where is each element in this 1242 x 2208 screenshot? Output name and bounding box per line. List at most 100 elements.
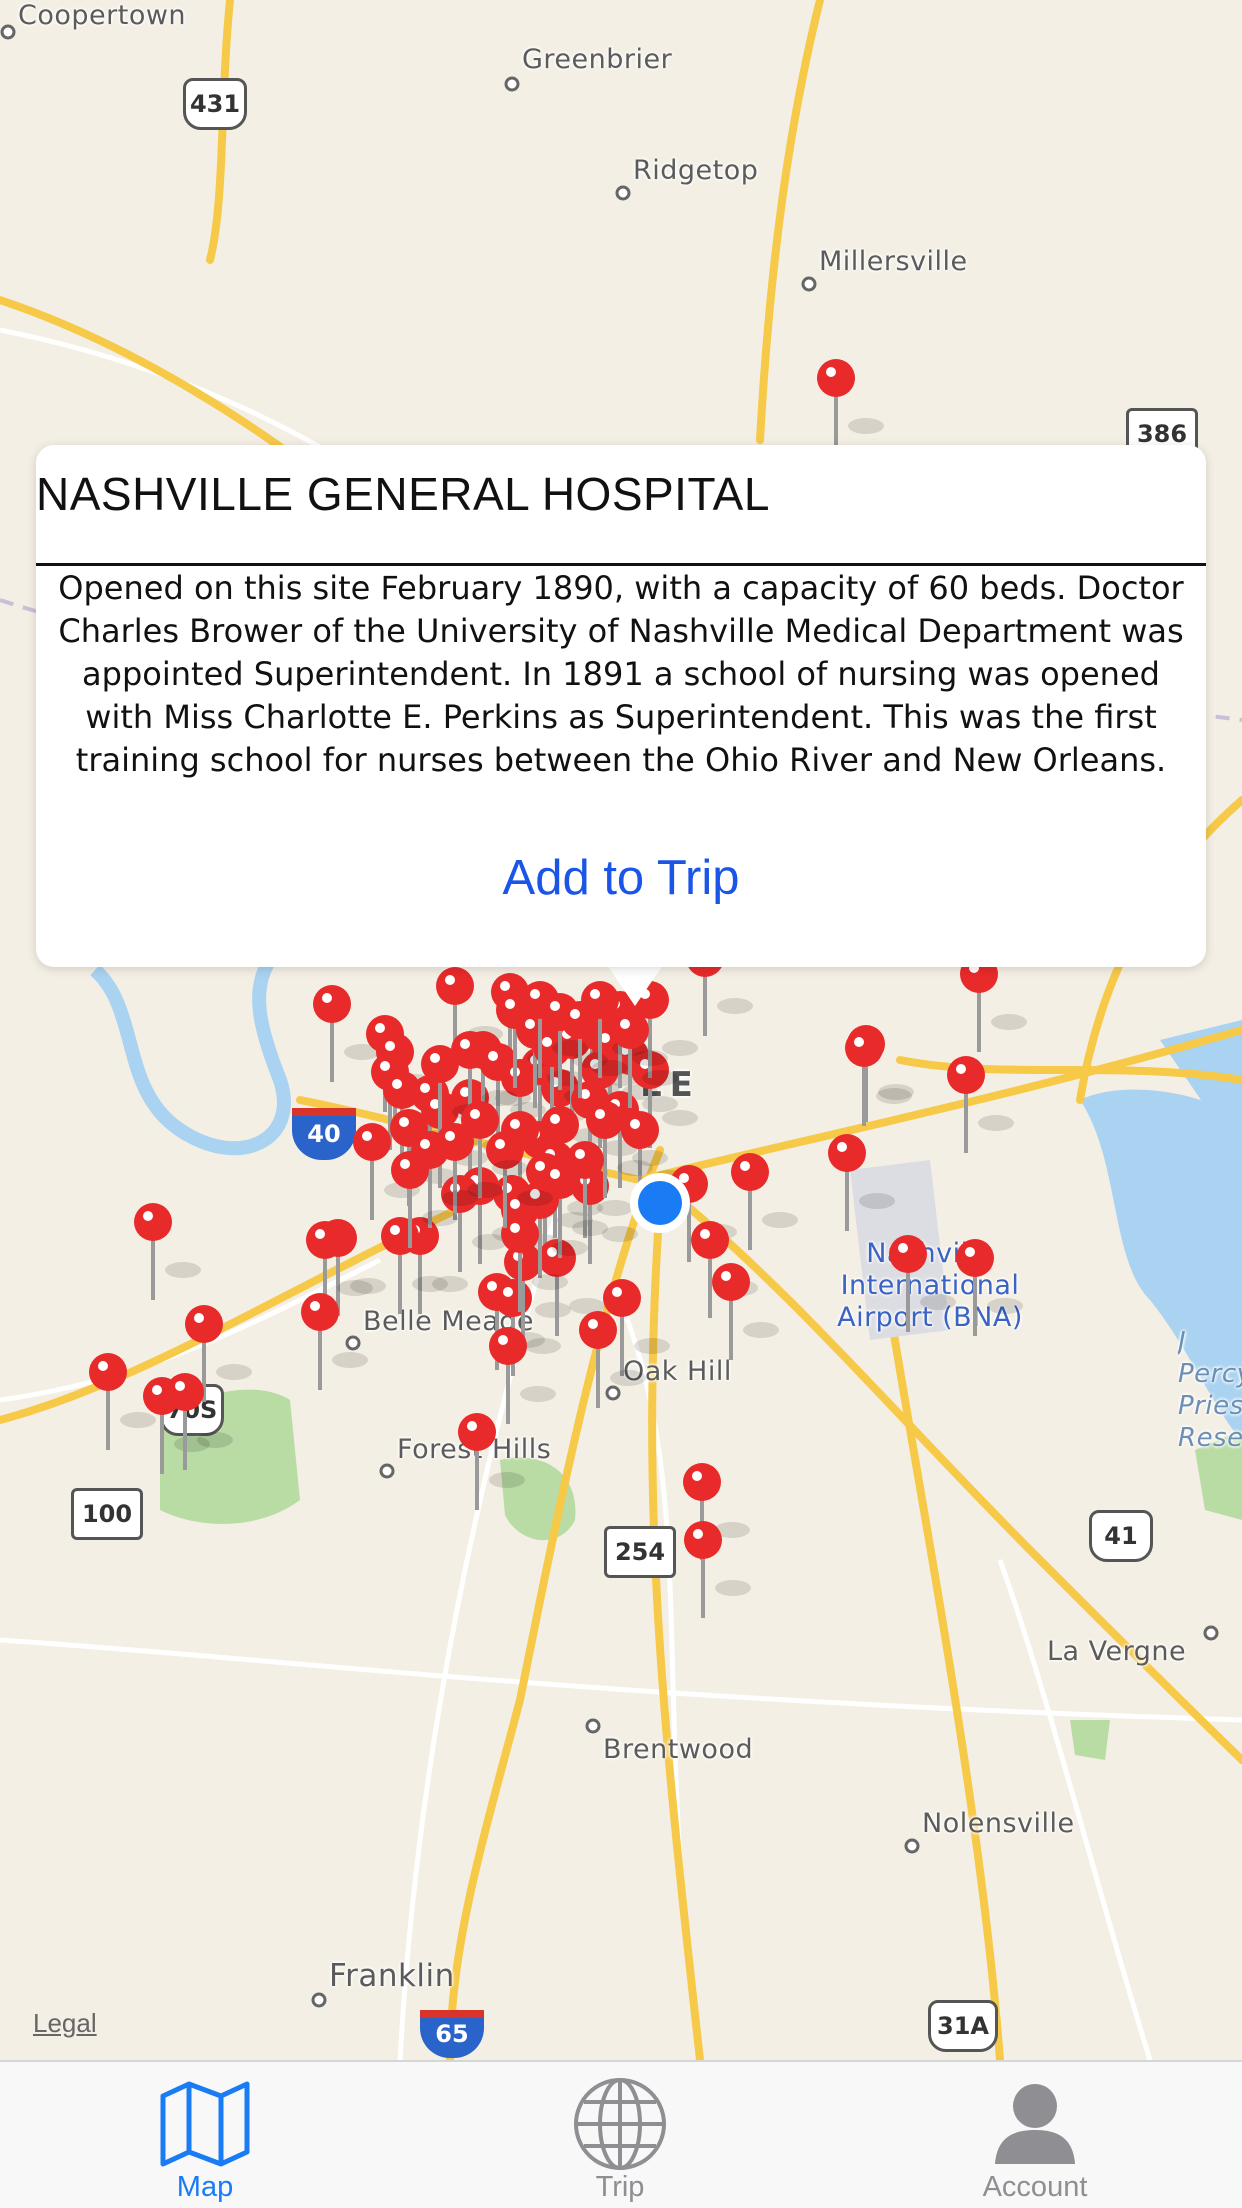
map-pin[interactable] bbox=[889, 1235, 956, 1332]
map-pin-head[interactable] bbox=[134, 1203, 172, 1241]
map-pin-highlight bbox=[362, 1131, 372, 1141]
map-pin-highlight bbox=[570, 1009, 580, 1019]
map-pin-head[interactable] bbox=[712, 1263, 750, 1301]
map-pin-highlight bbox=[550, 1114, 560, 1124]
map-pin-highlight bbox=[420, 1083, 430, 1093]
map-pin-head[interactable] bbox=[89, 1353, 127, 1391]
map-pin[interactable] bbox=[731, 1153, 798, 1250]
map-pin-head[interactable] bbox=[621, 1111, 659, 1149]
map-pin-shadow bbox=[572, 1220, 608, 1236]
map-pin-highlight bbox=[390, 1225, 400, 1235]
map-pin-highlight bbox=[826, 367, 836, 377]
map-pin-head[interactable] bbox=[828, 1134, 866, 1172]
map-pin-shadow bbox=[552, 1240, 588, 1256]
map-pin-highlight bbox=[310, 1301, 320, 1311]
map-pin[interactable] bbox=[817, 359, 884, 456]
map-pin-highlight bbox=[445, 1131, 455, 1141]
map-pin[interactable] bbox=[134, 1203, 201, 1300]
map-pin-highlight bbox=[525, 1019, 535, 1029]
callout-divider bbox=[36, 563, 1206, 566]
map-pin-shadow bbox=[165, 1262, 201, 1278]
map-pin[interactable] bbox=[947, 1056, 1014, 1153]
map-pin-highlight bbox=[495, 1139, 505, 1149]
map-pin[interactable] bbox=[956, 1239, 1023, 1336]
map-pin-highlight bbox=[380, 1061, 390, 1071]
map-pin-head[interactable] bbox=[611, 1011, 649, 1049]
map-pin-highlight bbox=[956, 1064, 966, 1074]
map-pin[interactable] bbox=[712, 1263, 779, 1360]
tab-map[interactable]: Map bbox=[55, 2062, 355, 2208]
map-pin-head[interactable] bbox=[391, 1151, 429, 1189]
map-pin-highlight bbox=[740, 1161, 750, 1171]
map-pin-highlight bbox=[595, 1109, 605, 1119]
map-pin-head[interactable] bbox=[947, 1056, 985, 1094]
map-pin-highlight bbox=[530, 989, 540, 999]
map-pin-head[interactable] bbox=[489, 1327, 527, 1365]
tab-bar: Map Trip Account bbox=[0, 2060, 1242, 2208]
map-pin-head[interactable] bbox=[458, 1413, 496, 1451]
map-pin-head[interactable] bbox=[817, 359, 855, 397]
map-pin-head[interactable] bbox=[306, 1221, 344, 1259]
map-pin[interactable] bbox=[845, 1029, 912, 1126]
map-pin-highlight bbox=[420, 1139, 430, 1149]
map-view[interactable]: Coopertown Greenbrier Ridgetop Millersvi… bbox=[0, 0, 1242, 2064]
map-pin[interactable] bbox=[166, 1373, 233, 1470]
map-pin-highlight bbox=[488, 1051, 498, 1061]
map-pin-shadow bbox=[337, 1280, 373, 1296]
map-pin-highlight bbox=[445, 975, 455, 985]
map-pin-highlight bbox=[542, 1037, 552, 1047]
map-pin-shadow bbox=[535, 1302, 571, 1318]
map-pin-head[interactable] bbox=[683, 1463, 721, 1501]
map-pin[interactable] bbox=[458, 1413, 525, 1510]
map-pin-head[interactable] bbox=[731, 1153, 769, 1191]
map-pin-head[interactable] bbox=[185, 1305, 223, 1343]
add-to-trip-button[interactable]: Add to Trip bbox=[36, 850, 1206, 906]
map-pin-head[interactable] bbox=[421, 1045, 459, 1083]
legal-link[interactable]: Legal bbox=[33, 2008, 97, 2039]
map-pin-head[interactable] bbox=[684, 1521, 722, 1559]
map-pin-head[interactable] bbox=[353, 1123, 391, 1161]
map-pin-highlight bbox=[721, 1271, 731, 1281]
map-pin-shadow bbox=[642, 1096, 678, 1112]
map-pin-head[interactable] bbox=[586, 1101, 624, 1139]
map-pin-head[interactable] bbox=[579, 1311, 617, 1349]
tab-label: Trip bbox=[595, 2171, 645, 2203]
map-pin-highlight bbox=[322, 993, 332, 1003]
map-pin[interactable] bbox=[301, 1293, 368, 1390]
map-pin-highlight bbox=[470, 1109, 480, 1119]
map-pin-highlight bbox=[700, 1229, 710, 1239]
map-pin[interactable] bbox=[960, 955, 1027, 1052]
map-pin-highlight bbox=[487, 1281, 497, 1291]
map-pin-shadow bbox=[422, 1210, 458, 1226]
map-pin-shadow bbox=[978, 1115, 1014, 1131]
map-pin[interactable] bbox=[828, 1134, 895, 1231]
map-pin-highlight bbox=[385, 1041, 395, 1051]
map-pin-head[interactable] bbox=[691, 1221, 729, 1259]
map-pin-highlight bbox=[965, 1247, 975, 1257]
map-pin-head[interactable] bbox=[166, 1373, 204, 1411]
tab-account[interactable]: Account bbox=[885, 2062, 1185, 2208]
map-pin-highlight bbox=[143, 1211, 153, 1221]
tab-label: Map bbox=[176, 2171, 234, 2203]
map-pin-highlight bbox=[315, 1229, 325, 1239]
map-pin-head[interactable] bbox=[845, 1029, 883, 1067]
map-pin-head[interactable] bbox=[889, 1235, 927, 1273]
map-pin-highlight bbox=[590, 989, 600, 999]
map-pin-shadow bbox=[662, 1040, 698, 1056]
map-pin-highlight bbox=[152, 1385, 162, 1395]
map-pin-shadow bbox=[859, 1193, 895, 1209]
map-pin-head[interactable] bbox=[381, 1217, 419, 1255]
map-pin-head[interactable] bbox=[301, 1293, 339, 1331]
tab-trip[interactable]: Trip bbox=[470, 2062, 770, 2208]
map-pin-head[interactable] bbox=[313, 985, 351, 1023]
map-pin-head[interactable] bbox=[603, 1279, 641, 1317]
map-pin-head[interactable] bbox=[436, 967, 474, 1005]
map-pin-head[interactable] bbox=[494, 1279, 532, 1317]
map-pin-shadow bbox=[492, 1160, 528, 1176]
map-pin-shadow bbox=[617, 1160, 653, 1176]
map-pin-highlight bbox=[692, 1471, 702, 1481]
map-pin-highlight bbox=[460, 1039, 470, 1049]
map-pin-shadow bbox=[197, 1432, 233, 1448]
map-pin[interactable] bbox=[579, 1311, 646, 1408]
map-pin-head[interactable] bbox=[956, 1239, 994, 1277]
